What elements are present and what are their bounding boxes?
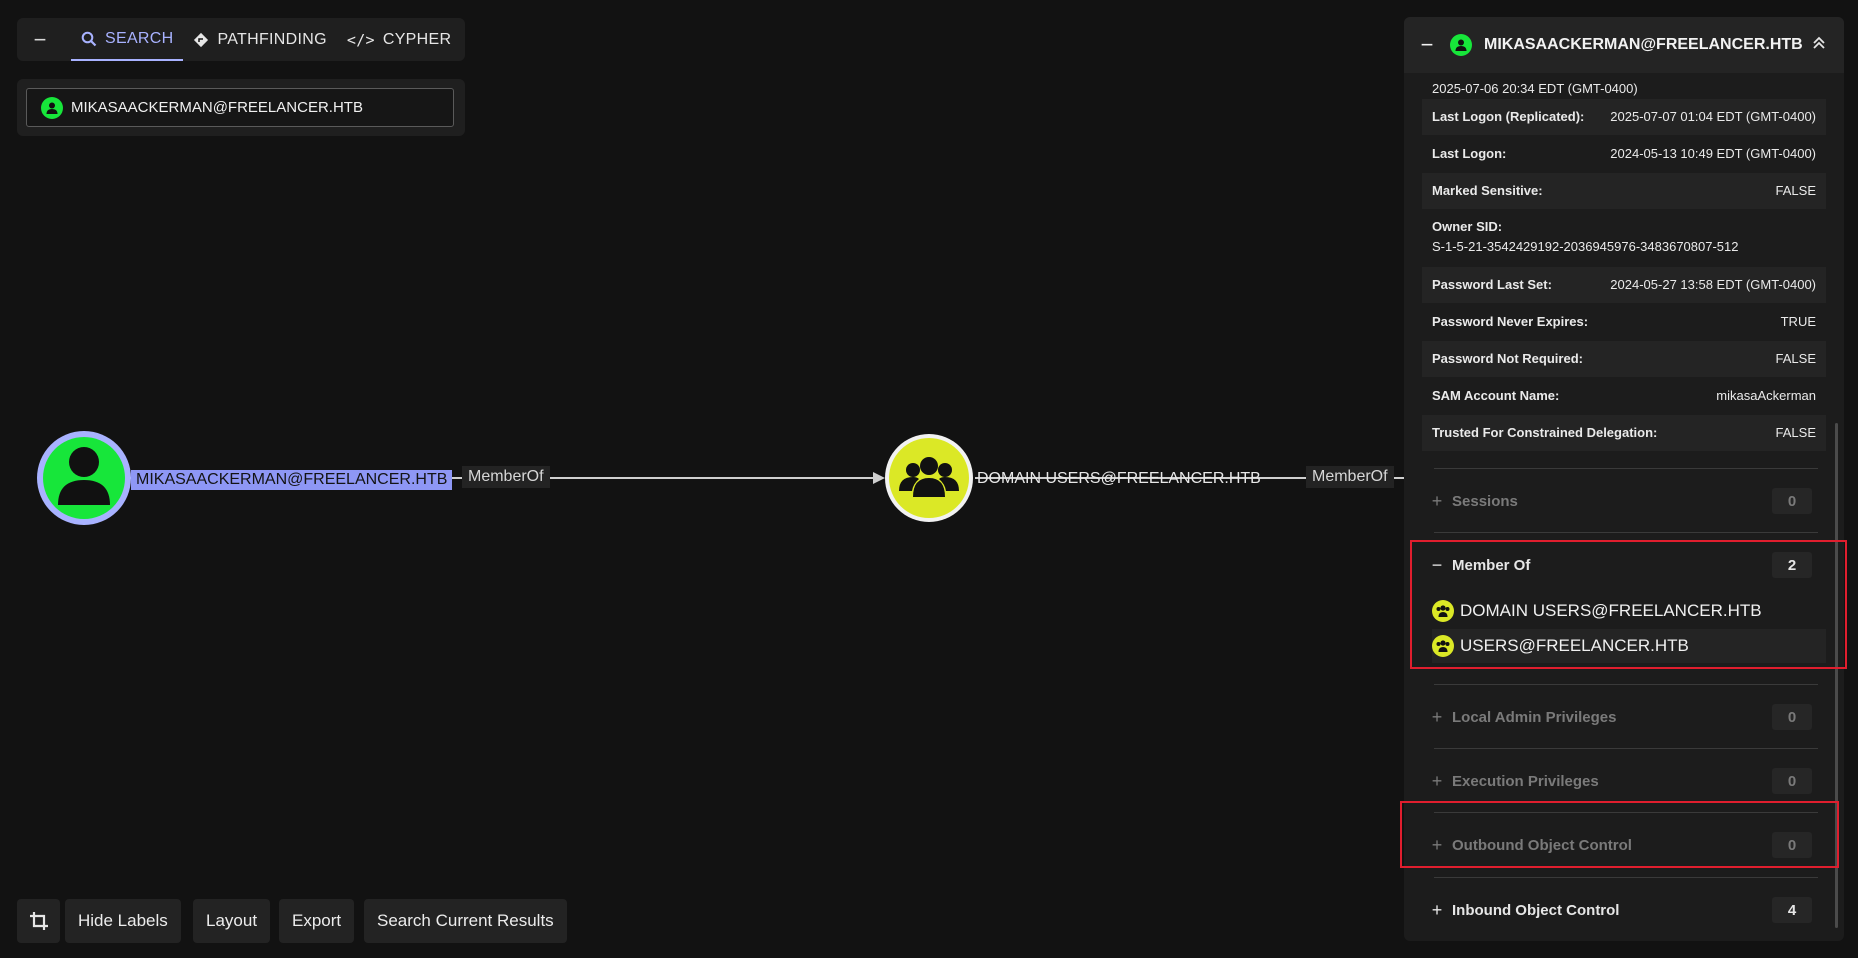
graph-canvas[interactable]: MIKASAACKERMAN@FREELANCER.HTB MemberOf D… xyxy=(0,0,1410,958)
search-tabs-panel: − SEARCH PATHFINDING </> CYPHER xyxy=(17,18,465,61)
search-icon xyxy=(81,31,97,46)
expand-icon: + xyxy=(1431,770,1443,791)
layout-button[interactable]: Layout xyxy=(193,899,271,943)
entity-panel-header: − MIKASAACKERMAN@FREELANCER.HTB xyxy=(1404,17,1844,73)
tab-pathfinding[interactable]: PATHFINDING xyxy=(183,18,336,61)
property-row: Password Not Required: FALSE xyxy=(1422,341,1826,377)
property-value: 2025-07-06 20:34 EDT (GMT-0400) xyxy=(1432,81,1638,96)
property-row: Password Never Expires: TRUE xyxy=(1422,304,1826,340)
section-count: 0 xyxy=(1772,704,1812,730)
crop-icon xyxy=(29,912,48,930)
export-button[interactable]: Export xyxy=(279,899,355,943)
section-count: 0 xyxy=(1772,488,1812,514)
property-key: SAM Account Name: xyxy=(1432,388,1560,403)
property-row: Marked Sensitive: FALSE xyxy=(1422,173,1826,209)
section-label: Execution Privileges xyxy=(1452,772,1599,790)
hide-labels-button[interactable]: Hide Labels xyxy=(65,899,181,943)
property-key: Password Not Required: xyxy=(1432,351,1583,366)
highlight-box xyxy=(1400,801,1839,868)
property-key: Marked Sensitive: xyxy=(1432,183,1543,198)
crop-button[interactable] xyxy=(17,899,60,943)
code-icon: </> xyxy=(346,30,375,49)
section-sessions[interactable]: + Sessions 0 xyxy=(1422,481,1826,521)
search-value: MIKASAACKERMAN@FREELANCER.HTB xyxy=(71,99,363,116)
user-node-label[interactable]: MIKASAACKERMAN@FREELANCER.HTB xyxy=(131,470,453,490)
property-value: 2024-05-27 13:58 EDT (GMT-0400) xyxy=(1610,277,1816,292)
expand-icon: + xyxy=(1431,899,1443,920)
section-divider xyxy=(1434,877,1818,878)
directions-icon xyxy=(194,32,209,47)
tab-search[interactable]: SEARCH xyxy=(71,18,184,61)
property-value: 2024-05-13 10:49 EDT (GMT-0400) xyxy=(1610,146,1816,161)
property-row: SAM Account Name: mikasaAckerman xyxy=(1422,378,1826,414)
property-row: Trusted For Constrained Delegation: FALS… xyxy=(1422,415,1826,451)
edge-label-memberof: MemberOf xyxy=(1306,466,1394,488)
property-key: Last Logon (Replicated): xyxy=(1432,109,1585,124)
property-value: FALSE xyxy=(1775,183,1816,198)
search-panel: MIKASAACKERMAN@FREELANCER.HTB xyxy=(17,79,465,136)
property-row: Password Last Set: 2024-05-27 13:58 EDT … xyxy=(1422,267,1826,303)
section-divider xyxy=(1434,532,1818,533)
search-current-results-button[interactable]: Search Current Results xyxy=(364,899,567,943)
chevron-double-up-icon[interactable] xyxy=(1812,36,1826,55)
entity-title: MIKASAACKERMAN@FREELANCER.HTB xyxy=(1484,36,1803,53)
property-key: Password Last Set: xyxy=(1432,277,1552,292)
user-icon xyxy=(1450,34,1472,56)
group-node[interactable] xyxy=(885,434,973,522)
section-divider xyxy=(1434,468,1818,469)
section-count: 4 xyxy=(1772,897,1812,923)
minus-icon[interactable]: − xyxy=(1404,32,1450,58)
property-key: Password Never Expires: xyxy=(1432,314,1589,329)
section-local-admin[interactable]: + Local Admin Privileges 0 xyxy=(1422,697,1826,737)
section-count: 0 xyxy=(1772,768,1812,794)
property-key: Last Logon: xyxy=(1432,146,1507,161)
edge-label-memberof: MemberOf xyxy=(462,466,550,488)
user-icon xyxy=(41,96,63,119)
tab-cypher[interactable]: </> CYPHER xyxy=(337,18,461,61)
section-execution[interactable]: + Execution Privileges 0 xyxy=(1422,761,1826,801)
tab-label: CYPHER xyxy=(382,30,452,48)
expand-icon: + xyxy=(1431,706,1443,727)
property-value: S-1-5-21-3542429192-2036945976-348367080… xyxy=(1432,239,1739,254)
property-value: 2025-07-07 01:04 EDT (GMT-0400) xyxy=(1610,109,1816,124)
section-divider xyxy=(1434,684,1818,685)
group-node-label[interactable]: DOMAIN USERS@FREELANCER.HTB xyxy=(977,470,1261,488)
section-label: Local Admin Privileges xyxy=(1452,708,1617,726)
property-key: Trusted For Constrained Delegation: xyxy=(1432,425,1658,440)
section-label: Sessions xyxy=(1452,492,1518,510)
section-divider xyxy=(1434,748,1818,749)
highlight-box xyxy=(1410,540,1847,669)
property-value: FALSE xyxy=(1775,425,1816,440)
property-key: Owner SID: xyxy=(1432,219,1503,234)
tab-label: SEARCH xyxy=(105,29,174,47)
search-input[interactable]: MIKASAACKERMAN@FREELANCER.HTB xyxy=(26,88,454,127)
tab-label: PATHFINDING xyxy=(217,30,327,48)
user-node[interactable] xyxy=(37,431,131,525)
property-value: mikasaAckerman xyxy=(1716,388,1816,403)
edge-arrowhead xyxy=(873,472,885,484)
property-row: Owner SID: S-1-5-21-3542429192-203694597… xyxy=(1422,210,1826,266)
property-row: Last Logon: 2024-05-13 10:49 EDT (GMT-04… xyxy=(1422,136,1826,172)
expand-icon: + xyxy=(1431,490,1443,511)
property-row: Last Logon (Replicated): 2025-07-07 01:0… xyxy=(1422,99,1826,135)
section-inbound[interactable]: + Inbound Object Control 4 xyxy=(1422,890,1826,930)
property-value: FALSE xyxy=(1775,351,1816,366)
property-value: TRUE xyxy=(1780,314,1816,329)
minus-icon[interactable]: − xyxy=(17,18,63,61)
section-label: Inbound Object Control xyxy=(1452,901,1620,919)
